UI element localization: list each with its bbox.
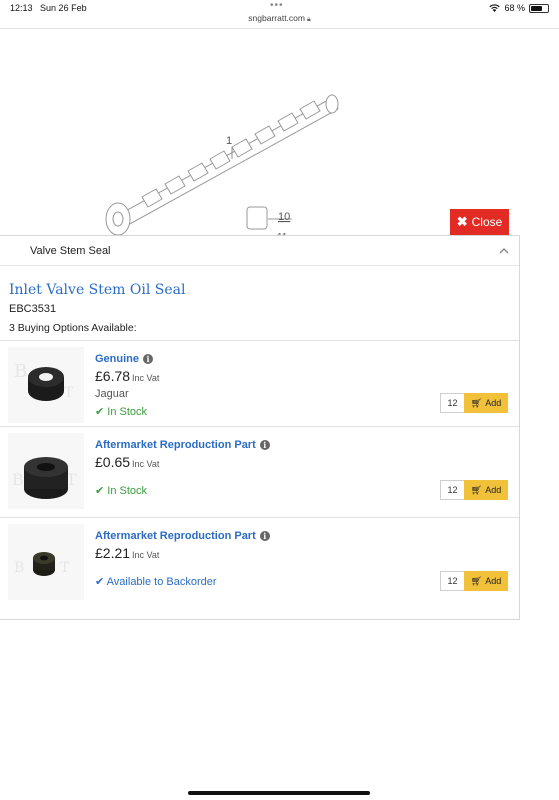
options-count: 3 Buying Options Available: — [9, 322, 137, 334]
cart-icon: 🛒︎ — [470, 397, 483, 408]
stock-status: ✔ In Stock — [95, 406, 148, 418]
product-image[interactable]: B T — [8, 433, 84, 509]
product-panel: Valve Stem Seal Inlet Valve Stem Oil Sea… — [0, 235, 520, 620]
status-right: 68 % — [489, 3, 549, 13]
chevron-up-icon[interactable] — [497, 244, 511, 258]
parts-diagram: 1 10 11 — [105, 94, 339, 239]
add-to-cart-button[interactable]: 🛒︎ Add — [464, 480, 508, 500]
check-icon: ✔ — [95, 406, 105, 418]
svg-text:B: B — [14, 560, 24, 576]
callout-1: 1 — [226, 135, 232, 147]
option-name[interactable]: Aftermarket Reproduction Part i — [95, 530, 270, 542]
close-icon: ✖ — [456, 214, 468, 229]
battery-icon — [529, 3, 549, 13]
option-brand: Jaguar — [95, 388, 129, 400]
product-image[interactable]: B T — [8, 524, 84, 600]
option-price: £0.65 Inc Vat — [95, 454, 160, 470]
buying-option: B T Aftermarket Reproduction Part i £0.65… — [0, 426, 519, 516]
info-icon[interactable]: i — [259, 531, 270, 541]
stock-status: ✔ Available to Backorder — [95, 576, 217, 588]
buying-option: B T Aftermarket Reproduction Part i £2.21… — [0, 517, 519, 607]
add-to-cart-button[interactable]: 🛒︎ Add — [464, 571, 508, 591]
cart-icon: 🛒︎ — [470, 484, 483, 495]
svg-text:T: T — [60, 560, 70, 576]
option-price: £2.21 Inc Vat — [95, 545, 160, 561]
product-title[interactable]: Inlet Valve Stem Oil Seal — [9, 282, 186, 298]
callout-10: 10 — [278, 211, 290, 223]
wifi-icon — [489, 4, 501, 12]
close-button[interactable]: ✖ Close — [450, 209, 509, 235]
panel-title: Valve Stem Seal — [30, 245, 111, 257]
option-price: £6.78 Inc Vat — [95, 368, 160, 384]
stock-status: ✔ In Stock — [95, 485, 148, 497]
option-name[interactable]: Aftermarket Reproduction Part i — [95, 439, 270, 451]
url-bar[interactable]: sngbarratt.com 🔒︎ — [0, 13, 559, 24]
home-indicator[interactable] — [188, 791, 370, 795]
cart-icon: 🛒︎ — [470, 575, 483, 586]
camshaft-drawing — [105, 94, 339, 236]
tab-dots-icon[interactable]: ••• — [270, 0, 284, 11]
add-to-cart-button[interactable]: 🛒︎ Add — [464, 393, 508, 413]
quantity-input[interactable]: 12 — [440, 480, 464, 500]
info-icon[interactable]: i — [259, 440, 270, 450]
tappet-drawing — [246, 206, 268, 230]
panel-header[interactable]: Valve Stem Seal — [0, 236, 519, 266]
product-code: EBC3531 — [9, 303, 57, 315]
product-image[interactable]: B T — [8, 347, 84, 423]
close-label: Close — [471, 215, 503, 229]
check-icon: ✔ — [95, 485, 105, 497]
lock-icon: 🔒︎ — [306, 16, 311, 23]
buying-option: B T Genuine i £6.78 Inc Vat Jaguar ✔ In St… — [0, 340, 519, 430]
svg-text:B: B — [14, 361, 27, 382]
status-time: 12:13 Sun 26 Feb — [10, 3, 87, 13]
battery-percent: 68 % — [504, 3, 525, 13]
svg-text:B: B — [12, 470, 24, 489]
svg-text:T: T — [64, 385, 74, 401]
quantity-input[interactable]: 12 — [440, 393, 464, 413]
check-icon: ✔ — [95, 576, 105, 588]
quantity-input[interactable]: 12 — [440, 571, 464, 591]
option-name[interactable]: Genuine i — [95, 353, 154, 365]
info-icon[interactable]: i — [143, 354, 154, 364]
